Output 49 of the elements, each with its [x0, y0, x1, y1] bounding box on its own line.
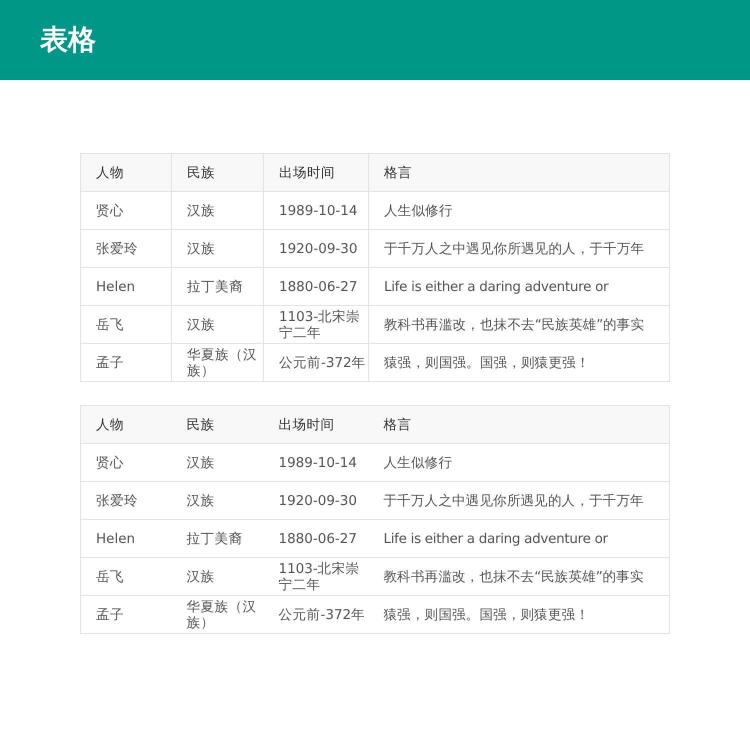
column-header: 民族 — [172, 406, 264, 444]
table-cell: 于千万人之中遇见你所遇见的人，于千万年 — [368, 482, 670, 520]
table-cell: 1989-10-14 — [264, 192, 368, 230]
column-header: 出场时间 — [264, 154, 368, 192]
table-cell: 贤心 — [80, 192, 172, 230]
table-cell: 岳飞 — [80, 306, 172, 344]
table-cell: 汉族 — [172, 230, 264, 268]
table-cell: 1880-06-27 — [264, 268, 368, 306]
table-cell: 人生似修行 — [368, 192, 670, 230]
table-cell: 1103-北宋崇宁二年 — [264, 306, 368, 344]
table-cell: 1920-09-30 — [264, 482, 368, 520]
column-header: 人物 — [80, 406, 172, 444]
table-cell: 拉丁美裔 — [172, 520, 264, 558]
table-cell: Life is either a daring adventure or — [368, 520, 670, 558]
table-cell: 孟子 — [80, 344, 172, 382]
table-cell: 人生似修行 — [368, 444, 670, 482]
table-cell: 1920-09-30 — [264, 230, 368, 268]
column-header: 民族 — [172, 154, 264, 192]
column-header: 出场时间 — [264, 406, 368, 444]
column-header: 格言 — [368, 154, 670, 192]
table-cell: 教科书再滥改，也抹不去“民族英雄”的事实 — [368, 558, 670, 596]
table-cell: 公元前-372年 — [264, 344, 368, 382]
table-cell: Helen — [80, 268, 172, 306]
column-header: 人物 — [80, 154, 172, 192]
table-cell: 汉族 — [172, 482, 264, 520]
table-cell: 1880-06-27 — [264, 520, 368, 558]
table-cell: 公元前-372年 — [264, 596, 368, 634]
table-cell: 于千万人之中遇见你所遇见的人，于千万年 — [368, 230, 670, 268]
table-cell: 猿强，则国强。国强，则猿更强！ — [368, 596, 670, 634]
table-cell: 1103-北宋崇宁二年 — [264, 558, 368, 596]
table-cell: 贤心 — [80, 444, 172, 482]
table-cell: 汉族 — [172, 558, 264, 596]
table-cell: 华夏族（汉族） — [172, 344, 264, 382]
column-header: 格言 — [368, 406, 670, 444]
table-cell: 汉族 — [172, 192, 264, 230]
table-cell: Life is either a daring adventure or — [368, 268, 670, 306]
table-cell: 张爱玲 — [80, 230, 172, 268]
table-cell: 汉族 — [172, 306, 264, 344]
table-cell: 教科书再滥改，也抹不去“民族英雄”的事实 — [368, 306, 670, 344]
table-cell: 华夏族（汉族） — [172, 596, 264, 634]
table-cell: 岳飞 — [80, 558, 172, 596]
table-cell: 汉族 — [172, 444, 264, 482]
table-cell: Helen — [80, 520, 172, 558]
table-cell: 拉丁美裔 — [172, 268, 264, 306]
table-cell: 猿强，则国强。国强，则猿更强！ — [368, 344, 670, 382]
page-title: 表格 — [40, 22, 96, 58]
table-cell: 张爱玲 — [80, 482, 172, 520]
table-cell: 孟子 — [80, 596, 172, 634]
table-cell: 1989-10-14 — [264, 444, 368, 482]
